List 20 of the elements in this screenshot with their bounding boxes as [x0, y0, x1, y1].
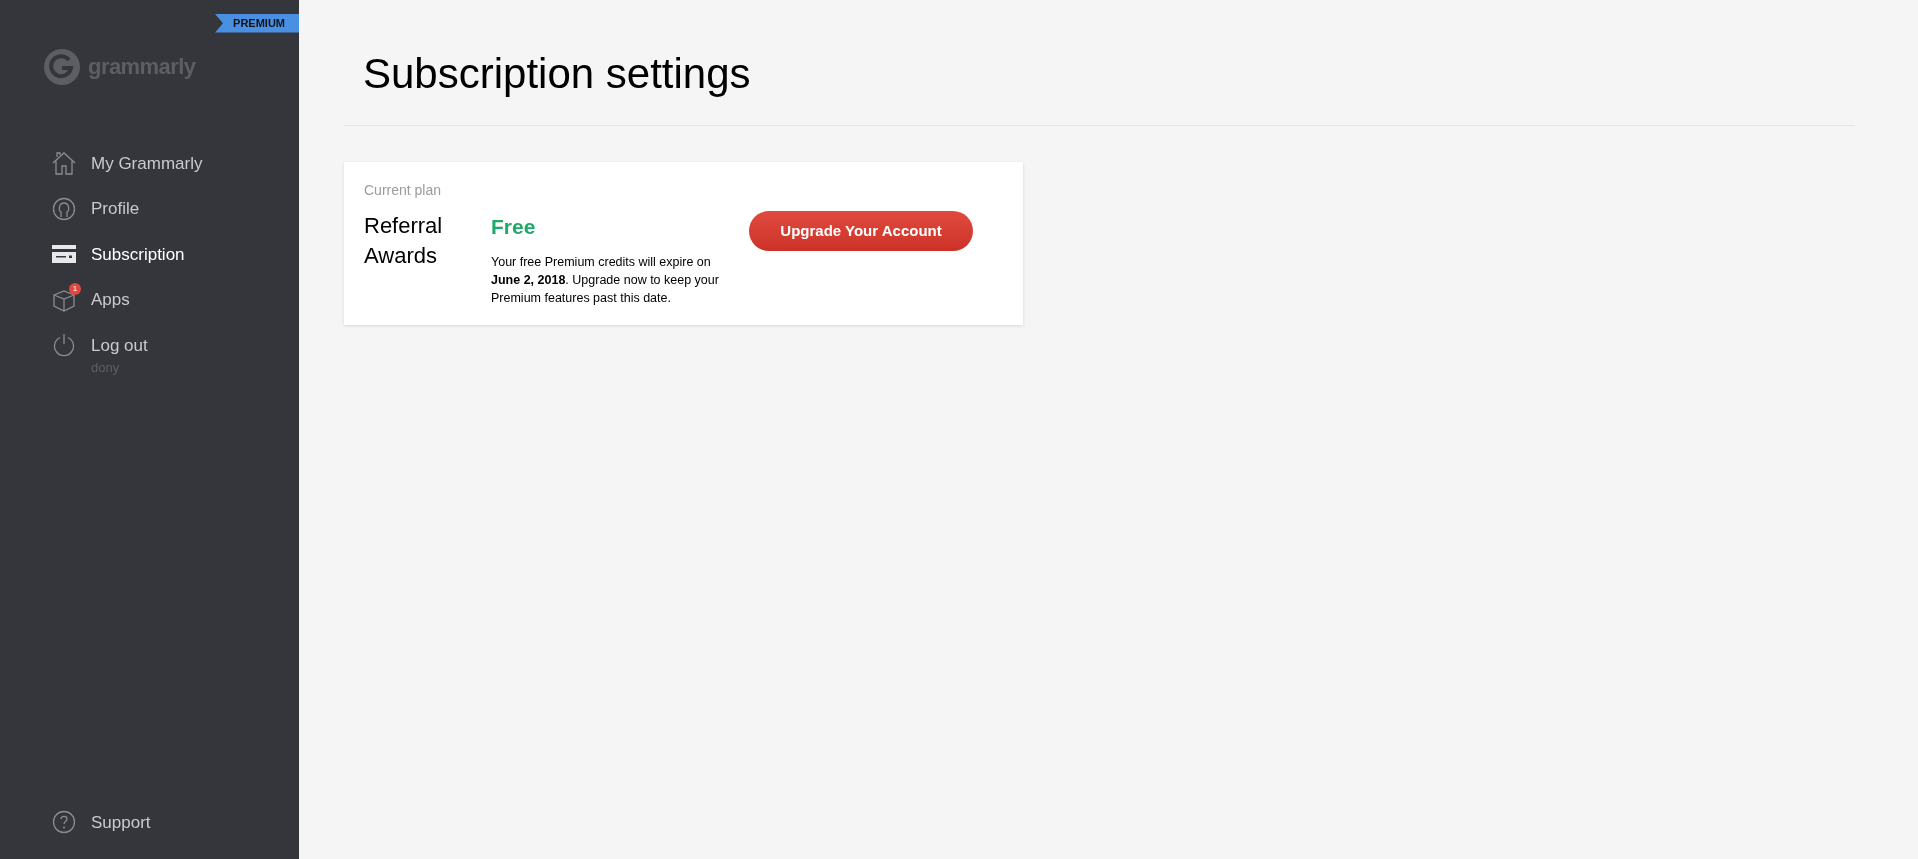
expiry-note: Your free Premium credits will expire on June 2, 2018. Upgrade now to keep your Premium features past this date.: [491, 253, 720, 307]
power-icon: [52, 333, 76, 358]
premium-badge: PREMIUM: [215, 14, 299, 33]
logo-icon: [44, 48, 80, 85]
profile-icon: [52, 196, 76, 221]
nav-item[interactable]: Subscription: [51, 241, 299, 267]
nav-item[interactable]: My Grammarly: [51, 150, 299, 176]
house-icon: [51, 151, 77, 176]
credit-card-icon: [52, 245, 76, 264]
box-icon: [52, 287, 76, 312]
card-label: Current plan: [364, 181, 443, 200]
nav-item[interactable]: Log out: [51, 332, 299, 358]
page-title: Subscription settings: [363, 49, 752, 99]
upgrade-button[interactable]: Upgrade Your Account: [749, 211, 973, 251]
notification-badge: 1: [69, 282, 81, 295]
plan-name: Referral Awards: [364, 212, 444, 270]
help-icon: [52, 810, 76, 835]
support-link[interactable]: Support: [51, 809, 299, 835]
plan-tier-label: Free: [491, 214, 537, 240]
nav-item[interactable]: Profile: [51, 196, 299, 222]
